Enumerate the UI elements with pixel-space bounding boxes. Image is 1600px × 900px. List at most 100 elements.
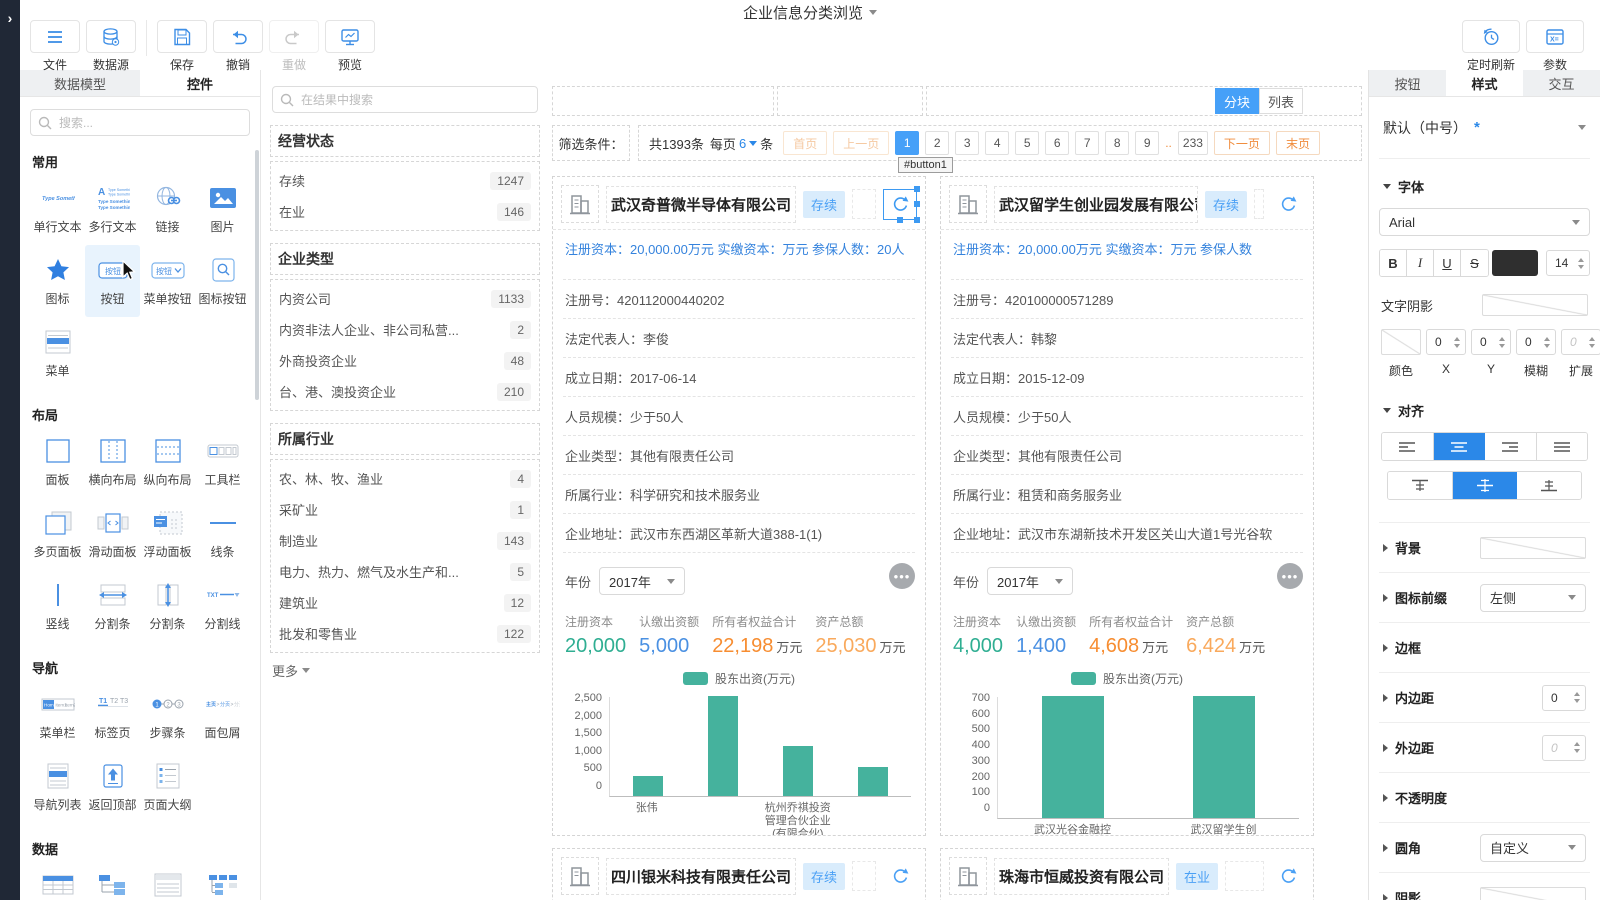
control-item-star[interactable]: 图标 <box>30 245 85 317</box>
control-item-list[interactable]: 单列列表 <box>140 860 195 900</box>
more-options-button[interactable]: ••• <box>1277 563 1303 589</box>
more-filters-link[interactable]: 更多 <box>272 661 538 680</box>
spin-up-icon[interactable] <box>1574 742 1580 746</box>
control-item-navlist[interactable]: 导航列表 <box>30 751 85 823</box>
refresh-button[interactable] <box>883 189 917 220</box>
filter-item[interactable]: 采矿业1 <box>279 494 531 525</box>
refresh-button[interactable] <box>1271 861 1305 892</box>
collapse-rail[interactable]: › <box>0 0 20 900</box>
chart-bar[interactable] <box>783 746 813 796</box>
control-item-link[interactable]: 链接 <box>140 173 195 245</box>
page-last-button[interactable]: 末页 <box>1276 131 1320 155</box>
chart-bar[interactable] <box>633 776 663 796</box>
spin-down-icon[interactable] <box>1589 344 1595 348</box>
spin-down-icon[interactable] <box>1574 699 1580 703</box>
control-item-backtop[interactable]: 返回顶部 <box>85 751 140 823</box>
filter-item[interactable]: 台、港、澳投资企业210 <box>279 376 531 407</box>
page-number-5[interactable]: 5 <box>1015 131 1039 155</box>
year-select[interactable]: 2017年 <box>599 567 685 595</box>
spin-down-icon[interactable] <box>1499 344 1505 348</box>
property-label[interactable]: 背景 <box>1383 538 1421 557</box>
strikethrough-button[interactable]: S <box>1461 250 1488 276</box>
more-options-button[interactable]: ••• <box>889 563 915 589</box>
filter-item[interactable]: 制造业143 <box>279 525 531 556</box>
filter-item[interactable]: 存续1247 <box>279 165 531 196</box>
shadow-spinner-模糊[interactable]: 0 <box>1516 329 1556 355</box>
toolbar-button-datasource[interactable]: 数据源 <box>86 20 136 73</box>
page-number-1[interactable]: 1 <box>895 131 919 155</box>
control-item-table[interactable]: 列表 <box>30 860 85 900</box>
spin-up-icon[interactable] <box>1454 337 1460 341</box>
toolbar-button-params[interactable]: X=参数 <box>1526 20 1584 73</box>
control-item-menubar[interactable]: Homeitem1item2菜单栏 <box>30 679 85 751</box>
year-select[interactable]: 2017年 <box>987 567 1073 595</box>
spin-up-icon[interactable] <box>1574 692 1580 696</box>
tab-interaction[interactable]: 交互 <box>1523 70 1600 96</box>
filter-item[interactable]: 建筑业12 <box>279 587 531 618</box>
spin-down-icon[interactable] <box>1574 749 1580 753</box>
expand-chevron-icon[interactable]: › <box>0 10 20 26</box>
align-justify-button[interactable] <box>1537 433 1588 460</box>
control-item-breadcrumb[interactable]: 主页>分页>分页面包屑 <box>195 679 250 751</box>
control-item-menu-button[interactable]: 按钮菜单按钮 <box>140 245 195 317</box>
align-top-button[interactable] <box>1388 472 1453 499</box>
control-item-image[interactable]: 图片 <box>195 173 250 245</box>
text-shadow-swatch[interactable] <box>1482 294 1588 316</box>
page-next-button[interactable]: 下一页 <box>1214 131 1270 155</box>
control-item-tabs[interactable]: T1T2T3标签页 <box>85 679 140 751</box>
toolbar-button-save[interactable]: 保存 <box>157 20 207 73</box>
refresh-button[interactable] <box>1271 189 1305 220</box>
filter-item[interactable]: 农、林、牧、渔业4 <box>279 463 531 494</box>
property-label[interactable]: 边框 <box>1383 638 1421 657</box>
page-number-233[interactable]: 233 <box>1178 131 1208 155</box>
page-number-8[interactable]: 8 <box>1105 131 1129 155</box>
align-right-button[interactable] <box>1485 433 1537 460</box>
chart-bar[interactable] <box>1042 696 1104 818</box>
spin-up-icon[interactable] <box>1578 258 1584 262</box>
control-item-splitterh[interactable]: 分割条 <box>85 570 140 642</box>
spin-up-icon[interactable] <box>1499 337 1505 341</box>
page-number-3[interactable]: 3 <box>955 131 979 155</box>
chart-bar[interactable] <box>1193 696 1255 818</box>
control-item-multipage[interactable]: 多页面板 <box>30 498 85 570</box>
shadow-spinner-Y[interactable]: 0 <box>1471 329 1511 355</box>
bold-button[interactable]: B <box>1380 250 1407 276</box>
spin-down-icon[interactable] <box>1454 344 1460 348</box>
control-item-outline[interactable]: 页面大纲 <box>140 751 195 823</box>
shadow-color-swatch[interactable] <box>1381 329 1421 355</box>
font-size-spinner[interactable]: 14 <box>1546 250 1590 276</box>
toolbar-button-timer-refresh[interactable]: 定时刷新 <box>1462 20 1520 73</box>
filter-item[interactable]: 内资公司1133 <box>279 283 531 314</box>
underline-button[interactable]: U <box>1434 250 1461 276</box>
font-family-select[interactable]: Arial <box>1379 208 1590 236</box>
page-number-4[interactable]: 4 <box>985 131 1009 155</box>
page-title[interactable]: 企业信息分类浏览 <box>743 2 877 23</box>
selection-handle[interactable] <box>914 217 920 223</box>
property-label[interactable]: 圆角 <box>1383 838 1421 857</box>
control-item-icon-button[interactable]: 图标按钮 <box>195 245 250 317</box>
filter-item[interactable]: 内资非法人企业、非公司私营...2 <box>279 314 531 345</box>
view-list-button[interactable]: 列表 <box>1259 88 1303 114</box>
control-item-multitree[interactable]: 多列树 <box>195 860 250 900</box>
toolbar-button-undo[interactable]: 撤销 <box>213 20 263 73</box>
italic-button[interactable]: I <box>1407 250 1434 276</box>
refresh-button[interactable] <box>883 861 917 892</box>
filter-item[interactable]: 电力、热力、燃气及水生产和...5 <box>279 556 531 587</box>
control-item-menu[interactable]: 菜单 <box>30 317 85 389</box>
tab-data-model[interactable]: 数据模型 <box>20 70 140 96</box>
tab-button[interactable]: 按钮 <box>1369 70 1446 96</box>
filter-item[interactable]: 在业146 <box>279 196 531 227</box>
align-section-header[interactable]: 对齐 <box>1383 401 1586 420</box>
align-center-button[interactable] <box>1434 433 1486 460</box>
control-item-multi-text[interactable]: AType SomethingType SomethingType Someth… <box>85 173 140 245</box>
result-search-input[interactable] <box>272 86 538 113</box>
property-label[interactable]: 图标前缀 <box>1383 588 1447 607</box>
spin-up-icon[interactable] <box>1544 337 1550 341</box>
font-section-header[interactable]: 字体 <box>1383 177 1586 196</box>
state-selector[interactable]: 默认（中号） * <box>1379 97 1590 159</box>
filter-item[interactable]: 批发和零售业122 <box>279 618 531 649</box>
spin-up-icon[interactable] <box>1589 337 1595 341</box>
control-item-tree[interactable]: 树 <box>85 860 140 900</box>
filter-item[interactable]: 外商投资企业48 <box>279 345 531 376</box>
toolbar-button-preview[interactable]: 预览 <box>325 20 375 73</box>
